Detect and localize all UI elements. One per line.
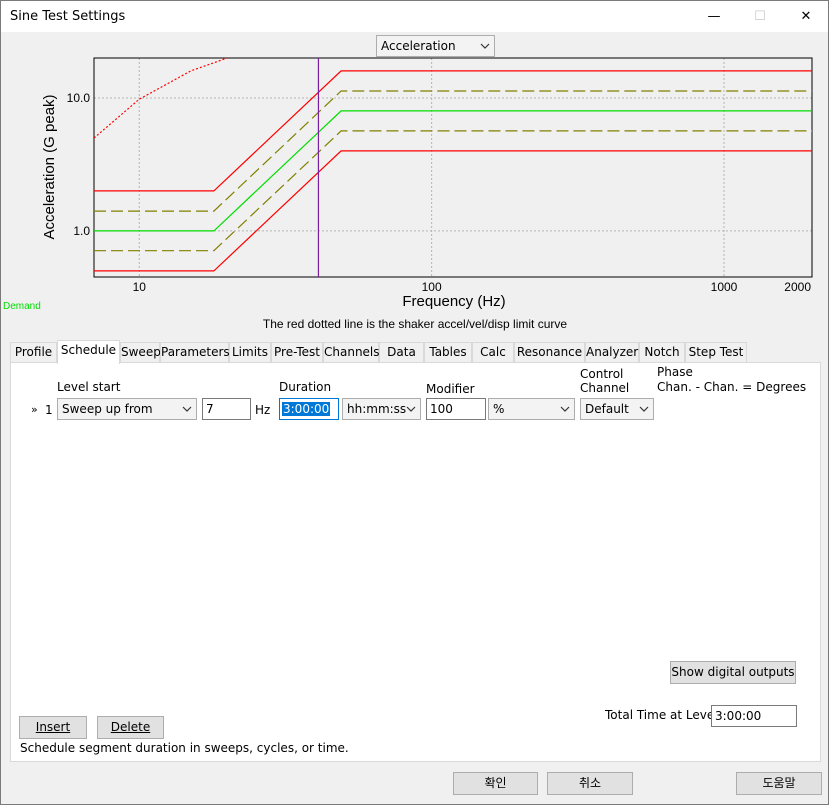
frequency-unit-label: Hz: [255, 403, 271, 417]
cancel-button[interactable]: 취소: [547, 772, 633, 795]
control-channel-header: Control Channel: [580, 367, 630, 395]
x-tick-label: 10: [133, 280, 147, 294]
chart-quantity-value: Acceleration: [381, 39, 456, 53]
chevron-down-icon: [182, 406, 192, 412]
acceleration-chart: 10 100 1000 2000 1.0 10.0 Frequency (Hz) Acce…: [3, 57, 813, 331]
level-start-select[interactable]: Sweep up from: [57, 398, 197, 420]
tab-step-test[interactable]: Step Test: [685, 342, 747, 363]
row-current-marker: »: [31, 403, 38, 416]
duration-header: Duration: [279, 380, 332, 394]
tab-resonance[interactable]: Resonance: [514, 342, 585, 363]
y-tick-label: 1.0: [73, 224, 90, 238]
phase-header: Phase: [657, 365, 693, 379]
x-axis-label: Frequency (Hz): [402, 293, 505, 310]
tab-parameters[interactable]: Parameters: [160, 342, 230, 363]
duration-value: 3:00:00: [282, 402, 331, 416]
control-channel-value: Default: [585, 402, 629, 416]
schedule-panel: Level start Duration Modifier Control Ch…: [10, 362, 821, 762]
ok-button[interactable]: 확인: [453, 772, 538, 795]
tab-schedule[interactable]: Schedule: [57, 340, 120, 364]
row-index: 1: [45, 403, 53, 417]
chevron-down-icon: [560, 406, 570, 412]
level-start-value: Sweep up from: [62, 402, 153, 416]
duration-unit-value: hh:mm:ss: [347, 402, 407, 416]
tab-tables[interactable]: Tables: [424, 342, 472, 363]
modifier-header: Modifier: [426, 382, 475, 396]
chevron-down-icon: [406, 406, 416, 412]
total-time-label: Total Time at Level: [605, 708, 718, 722]
tab-notch[interactable]: Notch: [639, 342, 685, 363]
phase-subheader: Chan. - Chan. = Degrees: [657, 380, 807, 394]
insert-button[interactable]: Insert: [19, 716, 87, 739]
window-title: Sine Test Settings: [10, 9, 126, 24]
schedule-hint: Schedule segment duration in sweeps, cyc…: [20, 741, 349, 755]
show-digital-outputs-button[interactable]: Show digital outputs: [670, 661, 796, 684]
y-axis-label: Acceleration (G peak): [41, 94, 58, 239]
close-button[interactable]: ✕: [783, 1, 829, 32]
x-tick-label: 100: [422, 280, 442, 294]
help-button[interactable]: 도움말: [736, 772, 822, 795]
delete-button[interactable]: Delete: [97, 716, 164, 739]
maximize-button: ☐: [737, 1, 783, 32]
level-start-header: Level start: [57, 380, 121, 394]
tab-channels[interactable]: Channels: [323, 342, 380, 363]
maximize-icon: ☐: [754, 9, 766, 24]
chevron-down-icon: [639, 406, 649, 412]
y-tick-label: 10.0: [67, 91, 91, 105]
modifier-unit-select[interactable]: %: [488, 398, 575, 420]
legend-demand-label: Demand: [3, 301, 41, 312]
tab-profile[interactable]: Profile: [10, 342, 57, 363]
close-icon: ✕: [800, 9, 812, 24]
tab-analyzer[interactable]: Analyzer: [585, 342, 639, 363]
title-bar: Sine Test Settings — ☐ ✕: [1, 1, 828, 32]
modifier-unit-value: %: [493, 402, 505, 416]
chevron-down-icon: [480, 43, 490, 49]
minimize-button[interactable]: —: [691, 1, 737, 32]
chart-caption: The red dotted line is the shaker accel/…: [263, 317, 567, 331]
plot-frame: [93, 57, 813, 278]
sine-test-settings-window: Sine Test Settings — ☐ ✕ Acceleration 10…: [0, 0, 829, 805]
tab-sweep[interactable]: Sweep: [120, 342, 161, 363]
tab-calc[interactable]: Calc: [472, 342, 514, 363]
tab-pre-test[interactable]: Pre-Test: [271, 342, 323, 363]
control-channel-select[interactable]: Default: [580, 398, 654, 420]
duration-unit-select[interactable]: hh:mm:ss: [342, 398, 421, 420]
series-line-solid: [94, 110, 812, 232]
total-time-input[interactable]: 3:00:00: [711, 705, 797, 727]
start-frequency-input[interactable]: 7: [202, 398, 251, 420]
x-tick-label: 2000: [784, 280, 811, 294]
modifier-input[interactable]: 100: [426, 398, 486, 420]
tab-data[interactable]: Data: [379, 342, 424, 363]
duration-input[interactable]: 3:00:00: [279, 398, 339, 420]
chart-quantity-select[interactable]: Acceleration: [376, 35, 495, 57]
x-tick-label: 1000: [711, 280, 738, 294]
minimize-icon: —: [707, 9, 721, 24]
tab-limits[interactable]: Limits: [229, 342, 271, 363]
